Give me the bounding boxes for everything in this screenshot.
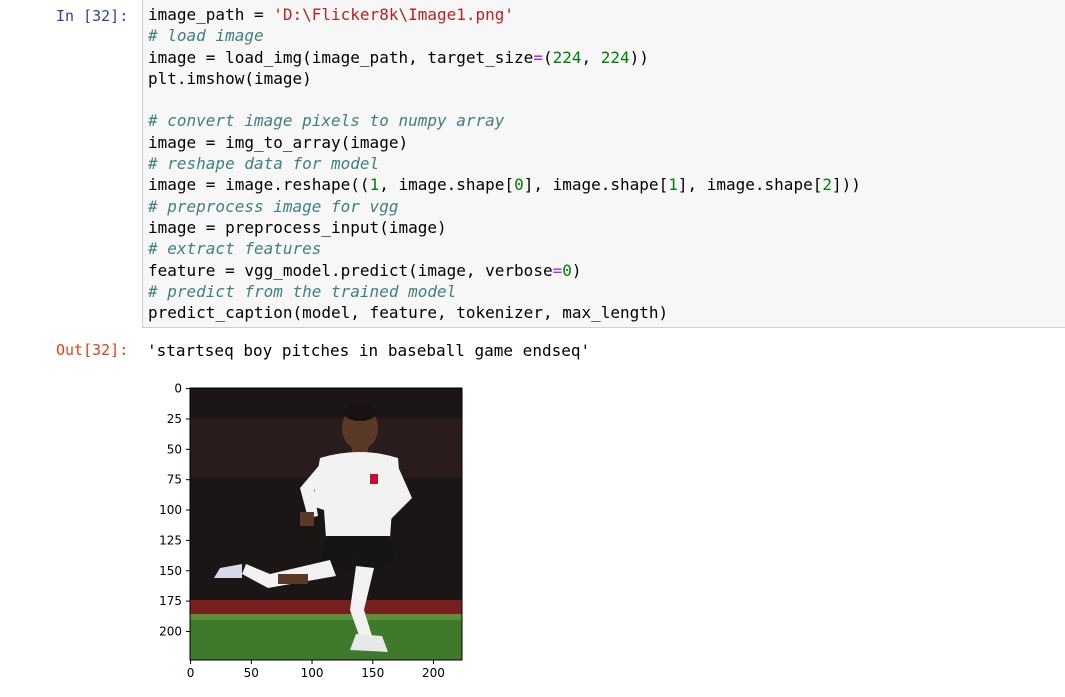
- y-tick-label: 75: [167, 473, 182, 487]
- y-tick-label: 150: [159, 564, 182, 578]
- x-tick-label: 200: [422, 666, 445, 680]
- code-line: image = image.reshape((1, image.shape[0]…: [148, 174, 861, 195]
- y-tick-label: 0: [174, 382, 182, 396]
- code-line: image = load_img(image_path, target_size…: [148, 47, 861, 68]
- code-line: # preprocess image for vgg: [148, 196, 861, 217]
- code-token: # predict from the trained model: [148, 281, 457, 301]
- imshow-figure: 0 25 50 75 100 125 150 175 200 0 50 100 150 200: [150, 378, 480, 683]
- pitch-line: [190, 614, 462, 620]
- output-prompt: Out[32]:: [56, 341, 129, 359]
- code-editor[interactable]: image_path = 'D:\Flicker8k\Image1.png' # …: [148, 4, 861, 323]
- code-token: =: [533, 47, 543, 67]
- x-tick-label: 50: [244, 666, 259, 680]
- y-tick-label: 175: [159, 594, 182, 608]
- output-text: 'startseq boy pitches in baseball game e…: [147, 341, 591, 360]
- player-image: [190, 388, 462, 660]
- code-token: , image.shape[: [379, 175, 515, 195]
- y-tick-label: 50: [167, 442, 182, 456]
- code-line: feature = vgg_model.predict(image, verbo…: [148, 260, 861, 281]
- y-axis: 0 25 50 75 100 125 150 175 200: [159, 382, 190, 638]
- code-token: 2: [822, 175, 832, 195]
- code-line: # load image: [148, 25, 861, 46]
- code-line: predict_caption(model, feature, tokenize…: [148, 302, 861, 323]
- y-tick-label: 200: [159, 624, 182, 638]
- code-token: 'D:\Flicker8k\Image1.png': [273, 5, 515, 24]
- code-token: 0: [514, 175, 524, 195]
- code-token: # convert image pixels to numpy array: [148, 111, 505, 131]
- code-token: # extract features: [148, 239, 322, 259]
- code-token: ,: [581, 47, 601, 67]
- code-token: ): [571, 260, 582, 280]
- code-token: 224: [600, 47, 630, 67]
- code-token: image = image.reshape((: [148, 175, 370, 195]
- pitch-shape: [190, 614, 462, 660]
- code-token: 0: [562, 260, 572, 280]
- code-token: (: [542, 47, 553, 67]
- player-hair: [343, 403, 377, 421]
- code-token: # load image: [148, 26, 264, 46]
- code-input-area[interactable]: image_path = 'D:\Flicker8k\Image1.png' # …: [142, 0, 1065, 328]
- code-token: ], image.shape[: [677, 175, 823, 195]
- x-tick-label: 0: [187, 666, 195, 680]
- code-token: 224: [552, 47, 582, 67]
- code-token: ])): [831, 175, 861, 195]
- code-line: # reshape data for model: [148, 153, 861, 174]
- code-line: # extract features: [148, 238, 861, 259]
- input-prompt: In [32]:: [56, 7, 129, 25]
- x-tick-label: 150: [361, 666, 384, 680]
- code-token: # preprocess image for vgg: [148, 196, 399, 216]
- code-token: image = preprocess_input(image): [148, 217, 447, 237]
- x-axis: 0 50 100 150 200: [187, 660, 445, 680]
- code-token: image = img_to_array(image): [148, 132, 409, 152]
- figure-svg: 0 25 50 75 100 125 150 175 200 0 50 100 150 200: [159, 382, 463, 680]
- code-token: =: [552, 260, 563, 280]
- code-token: plt.imshow(image): [148, 68, 312, 88]
- player-shirt: [312, 452, 402, 538]
- y-tick-label: 125: [159, 533, 182, 547]
- code-line: image = preprocess_input(image): [148, 217, 861, 238]
- code-token: )): [629, 47, 649, 67]
- code-token: image_path =: [148, 5, 274, 24]
- code-token: image = load_img(image_path, target_size: [148, 47, 534, 67]
- code-line: # convert image pixels to numpy array: [148, 110, 861, 131]
- code-line: # predict from the trained model: [148, 281, 861, 302]
- code-line: image_path = 'D:\Flicker8k\Image1.png': [148, 4, 861, 25]
- code-token: feature = vgg_model.predict(image, verbo…: [148, 260, 553, 280]
- x-tick-label: 100: [301, 666, 324, 680]
- code-token: predict_caption(model, feature, tokenize…: [148, 303, 669, 323]
- ad-board-shape: [190, 600, 462, 614]
- code-token: ], image.shape[: [523, 175, 669, 195]
- code-token: 1: [668, 175, 678, 195]
- code-token: 1: [369, 175, 380, 195]
- code-line: plt.imshow(image): [148, 68, 861, 89]
- y-tick-label: 25: [167, 412, 182, 426]
- code-line: image = img_to_array(image): [148, 132, 861, 153]
- y-tick-label: 100: [159, 503, 182, 517]
- code-token: # reshape data for model: [148, 154, 380, 174]
